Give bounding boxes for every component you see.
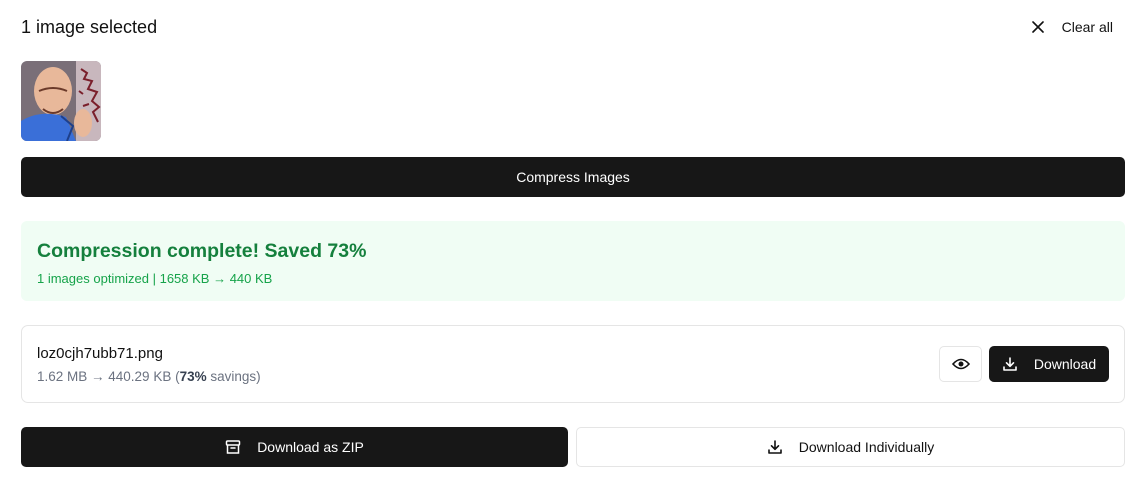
download-individually-label: Download Individually	[798, 439, 935, 455]
compress-images-button[interactable]: Compress Images	[21, 157, 1125, 197]
download-zip-label: Download as ZIP	[257, 439, 364, 455]
file-name: loz0cjh7ubb71.png	[37, 345, 163, 362]
archive-icon	[225, 439, 241, 455]
download-icon	[1002, 356, 1018, 372]
compression-result-banner: Compression complete! Saved 73% 1 images…	[21, 221, 1125, 301]
file-meta-suffix: savings)	[206, 369, 261, 384]
eye-icon	[951, 357, 970, 371]
image-thumbnail[interactable]	[21, 61, 101, 141]
clear-all-label: Clear all	[1061, 19, 1113, 35]
download-icon	[767, 439, 783, 455]
file-size-meta: 1.62 MB → 440.29 KB (73% savings)	[37, 369, 261, 384]
result-subtitle: 1 images optimized | 1658 KB → 440 KB	[37, 271, 273, 286]
result-title: Compression complete! Saved 73%	[37, 240, 367, 262]
download-zip-button[interactable]: Download as ZIP	[21, 427, 568, 467]
download-individually-button[interactable]: Download Individually	[576, 427, 1125, 467]
file-result-card: loz0cjh7ubb71.png 1.62 MB → 440.29 KB (7…	[21, 325, 1125, 403]
download-file-button[interactable]: Download	[989, 346, 1109, 382]
clear-all-button[interactable]: Clear all	[1031, 19, 1113, 35]
selection-count-title: 1 image selected	[21, 16, 158, 37]
file-savings-percent: 73%	[179, 369, 207, 384]
download-label: Download	[1033, 356, 1097, 372]
preview-button[interactable]	[939, 346, 982, 382]
close-icon	[1031, 21, 1044, 33]
header: 1 image selected Clear all	[21, 14, 1113, 40]
file-meta-prefix: 1.62 MB → 440.29 KB (	[37, 369, 180, 384]
